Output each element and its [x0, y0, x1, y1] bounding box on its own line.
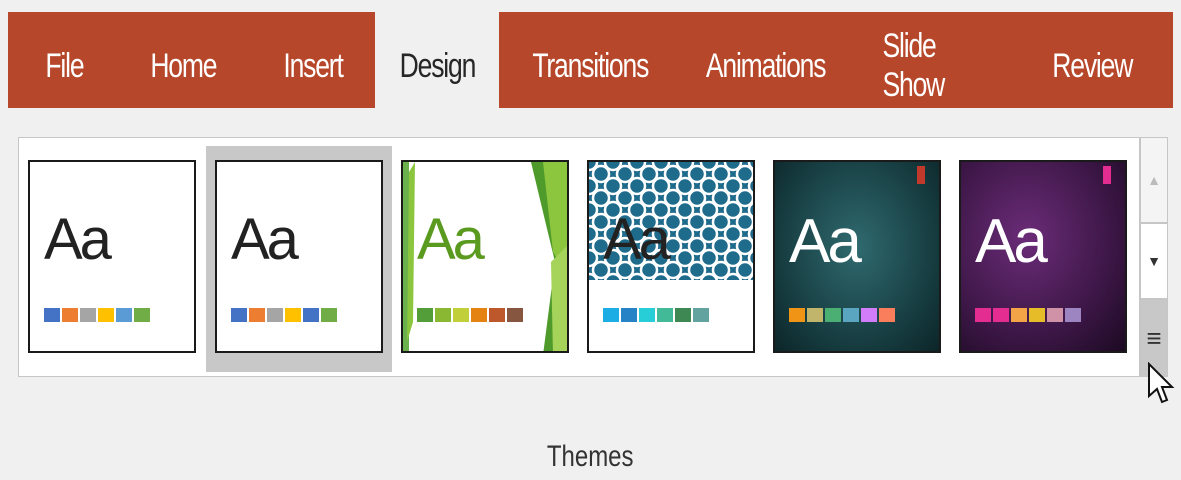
tab-insert-label: Insert — [283, 46, 343, 85]
color-swatch — [693, 308, 709, 322]
more-icon: ≡ — [1146, 322, 1162, 353]
color-swatch — [249, 308, 265, 322]
color-swatch — [285, 308, 301, 322]
color-swatch — [417, 308, 433, 322]
color-swatch — [675, 308, 691, 322]
color-swatch — [62, 308, 78, 322]
tab-review-label: Review — [1052, 46, 1133, 85]
tab-animations[interactable]: Animations — [688, 12, 844, 120]
theme-color-swatches — [417, 308, 523, 322]
color-swatch — [975, 308, 991, 322]
color-swatch — [116, 308, 132, 322]
theme-thumbnail-purple[interactable]: Aa — [959, 160, 1127, 353]
color-swatch — [807, 308, 823, 322]
color-swatch — [657, 308, 673, 322]
tab-home[interactable]: Home — [133, 12, 233, 120]
theme-thumbnail-facet[interactable]: Aa — [401, 160, 569, 353]
theme-color-swatches — [975, 308, 1081, 322]
color-swatch — [603, 308, 619, 322]
theme-accent-bar — [917, 166, 925, 184]
color-swatch — [489, 308, 505, 322]
tab-slide-show[interactable]: Slide Show — [866, 12, 1016, 120]
theme-sample-text: Aa — [603, 207, 671, 272]
color-swatch — [267, 308, 283, 322]
color-swatch — [861, 308, 877, 322]
color-swatch — [993, 308, 1009, 322]
theme-accent-bar — [1103, 166, 1111, 184]
theme-color-swatches — [44, 308, 150, 322]
tab-animations-label: Animations — [706, 46, 827, 85]
color-swatch — [231, 308, 247, 322]
chevron-down-icon: ▼ — [1147, 253, 1161, 269]
group-label-text: Themes — [547, 440, 634, 473]
tab-transitions-label: Transitions — [532, 46, 649, 85]
color-swatch — [471, 308, 487, 322]
color-swatch — [134, 308, 150, 322]
tab-home-label: Home — [149, 46, 217, 85]
tab-review[interactable]: Review — [1040, 12, 1144, 120]
theme-thumbnail-office[interactable]: Aa — [28, 160, 196, 353]
theme-sample-text: Aa — [975, 207, 1048, 276]
tab-transitions[interactable]: Transitions — [515, 12, 665, 120]
theme-sample-text: Aa — [789, 207, 862, 276]
color-swatch — [621, 308, 637, 322]
theme-color-swatches — [231, 308, 337, 322]
tab-slide-show-label: Slide Show — [882, 27, 946, 104]
tab-design-label: Design — [399, 46, 476, 85]
group-label-themes: Themes — [0, 440, 1181, 474]
theme-thumbnail-pattern[interactable]: Aa — [587, 160, 755, 353]
color-swatch — [825, 308, 841, 322]
tab-file[interactable]: File — [30, 12, 98, 120]
theme-sample-text: Aa — [417, 207, 485, 272]
tab-design[interactable]: Design — [375, 12, 499, 120]
color-swatch — [1011, 308, 1027, 322]
color-swatch — [453, 308, 469, 322]
mouse-pointer-icon — [1148, 362, 1175, 404]
tab-insert[interactable]: Insert — [268, 12, 358, 120]
gallery-scroll-down-button[interactable]: ▼ — [1140, 223, 1168, 299]
color-swatch — [303, 308, 319, 322]
theme-sample-text: Aa — [44, 207, 112, 272]
theme-color-swatches — [603, 308, 709, 322]
gallery-scroll-up-button[interactable]: ▲ — [1140, 137, 1168, 223]
color-swatch — [321, 308, 337, 322]
theme-sample-text: Aa — [231, 207, 299, 272]
color-swatch — [879, 308, 895, 322]
color-swatch — [1065, 308, 1081, 322]
color-swatch — [1029, 308, 1045, 322]
color-swatch — [98, 308, 114, 322]
tab-file-label: File — [44, 46, 84, 85]
color-swatch — [80, 308, 96, 322]
theme-thumbnail-dark-teal[interactable]: Aa — [773, 160, 941, 353]
color-swatch — [435, 308, 451, 322]
color-swatch — [1047, 308, 1063, 322]
chevron-up-icon: ▲ — [1147, 172, 1161, 188]
theme-thumbnail-office-theme[interactable]: Aa — [215, 160, 383, 353]
color-swatch — [843, 308, 859, 322]
color-swatch — [44, 308, 60, 322]
color-swatch — [507, 308, 523, 322]
color-swatch — [789, 308, 805, 322]
color-swatch — [639, 308, 655, 322]
theme-color-swatches — [789, 308, 895, 322]
